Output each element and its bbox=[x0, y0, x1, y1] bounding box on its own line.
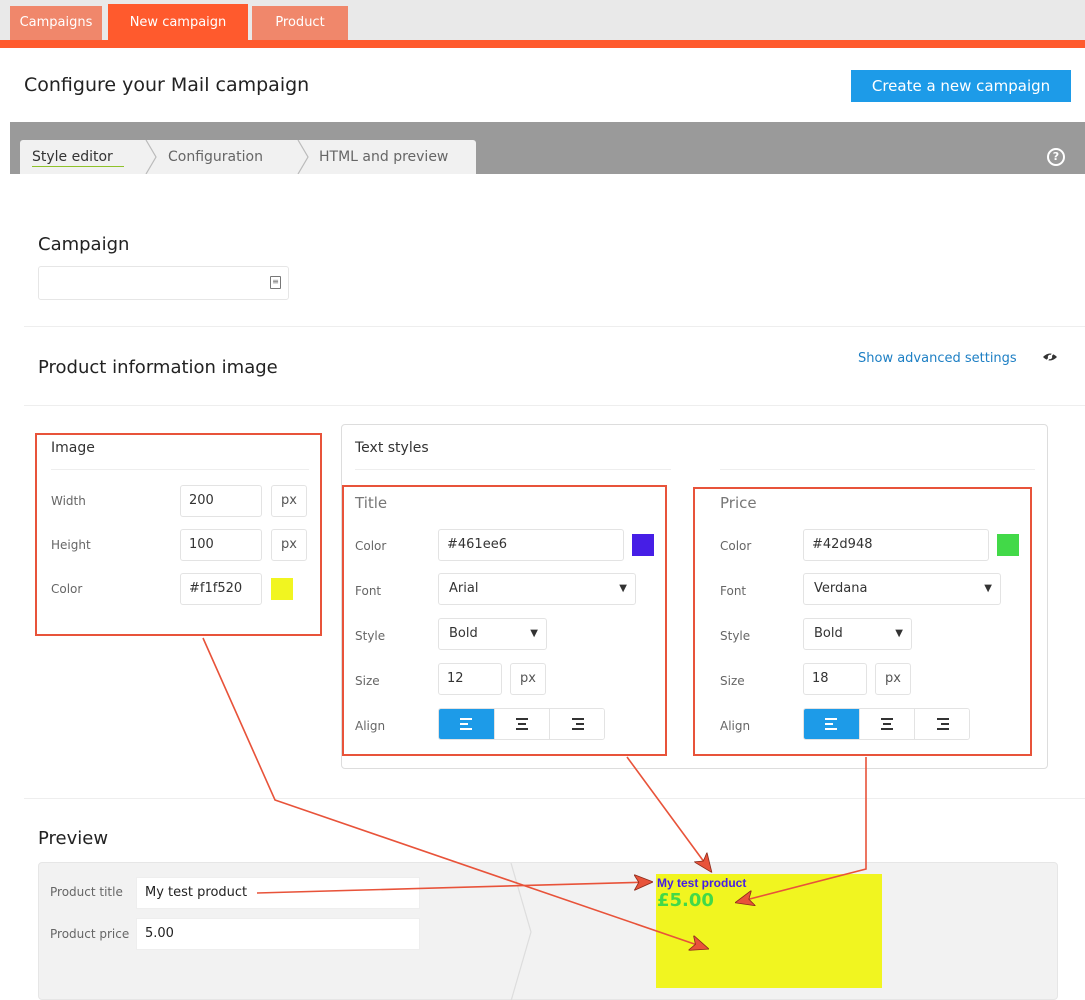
preview-product-title: My test product bbox=[657, 876, 747, 890]
annotation-box-title bbox=[342, 485, 667, 756]
tab-new-campaign[interactable]: New campaign bbox=[108, 4, 248, 42]
step-style-editor-label: Style editor bbox=[32, 149, 113, 165]
annotation-box-image bbox=[35, 433, 322, 636]
divider bbox=[24, 326, 1085, 327]
contact-card-icon: ≡ bbox=[270, 276, 281, 289]
preview-section-title: Preview bbox=[38, 828, 109, 849]
show-advanced-settings-link[interactable]: Show advanced settings bbox=[858, 351, 1017, 366]
panel-divider bbox=[355, 469, 671, 470]
chevron-right-icon bbox=[297, 140, 309, 174]
tab-product-sets[interactable]: Product sets bbox=[252, 6, 348, 64]
divider bbox=[24, 798, 1085, 799]
step-configuration[interactable]: Configuration bbox=[168, 140, 263, 174]
create-campaign-button[interactable]: Create a new campaign bbox=[851, 70, 1071, 102]
product-image-section-title: Product information image bbox=[38, 357, 278, 378]
product-title-label: Product title bbox=[50, 885, 123, 899]
step-tabs: Style editor Configuration HTML and prev… bbox=[20, 140, 476, 174]
campaign-input[interactable] bbox=[38, 266, 289, 300]
preview-product-price: £5.00 bbox=[657, 890, 714, 911]
help-icon[interactable]: ? bbox=[1047, 148, 1065, 166]
chevron-right-icon bbox=[510, 863, 532, 1000]
step-bar: Style editor Configuration HTML and prev… bbox=[10, 122, 1085, 174]
tab-campaigns[interactable]: Campaigns bbox=[10, 6, 102, 40]
step-html-preview[interactable]: HTML and preview bbox=[319, 140, 448, 174]
annotation-box-price bbox=[693, 487, 1032, 756]
step-style-editor[interactable]: Style editor bbox=[32, 140, 124, 174]
arrow-title-to-preview bbox=[626, 756, 710, 870]
product-price-input[interactable]: 5.00 bbox=[136, 918, 420, 950]
eye-slash-icon[interactable] bbox=[1042, 350, 1058, 364]
page-title: Configure your Mail campaign bbox=[24, 74, 310, 96]
product-price-label: Product price bbox=[50, 927, 130, 941]
product-title-input[interactable]: My test product bbox=[136, 877, 420, 909]
panel-divider bbox=[720, 469, 1035, 470]
step-active-underline bbox=[32, 166, 124, 167]
chevron-right-icon bbox=[145, 140, 157, 174]
page-header: Configure your Mail campaign Create a ne… bbox=[0, 48, 1085, 122]
divider bbox=[24, 405, 1085, 406]
campaign-section-title: Campaign bbox=[38, 234, 130, 255]
text-styles-title: Text styles bbox=[355, 440, 429, 456]
